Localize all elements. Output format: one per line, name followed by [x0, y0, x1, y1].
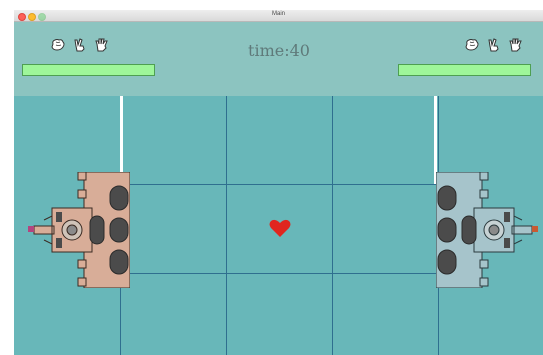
game-field — [14, 96, 543, 355]
game-window: Main time:40 — [14, 10, 543, 355]
right-health-bar — [398, 64, 531, 76]
grid-line — [226, 96, 227, 355]
left-health-bar — [22, 64, 155, 76]
heart-icon[interactable] — [269, 218, 291, 238]
paper-hand-icon-right[interactable] — [508, 38, 524, 52]
left-castle — [28, 172, 130, 288]
timer-display: time:40 — [248, 41, 310, 60]
grid-line — [120, 184, 438, 185]
paper-hand-icon[interactable] — [94, 38, 110, 52]
hud-panel: time:40 — [14, 22, 543, 96]
title-bar: Main — [14, 10, 543, 22]
grid-line — [332, 96, 333, 355]
left-goal-post — [120, 96, 123, 184]
rock-hand-icon[interactable] — [50, 38, 66, 52]
window-title: Main — [271, 11, 285, 17]
right-goal-post — [434, 96, 437, 184]
scissors-hand-icon-right[interactable] — [486, 38, 502, 52]
scissors-hand-icon[interactable] — [72, 38, 88, 52]
rock-hand-icon-right[interactable] — [464, 38, 480, 52]
right-castle — [436, 172, 538, 288]
grid-line — [120, 273, 438, 274]
